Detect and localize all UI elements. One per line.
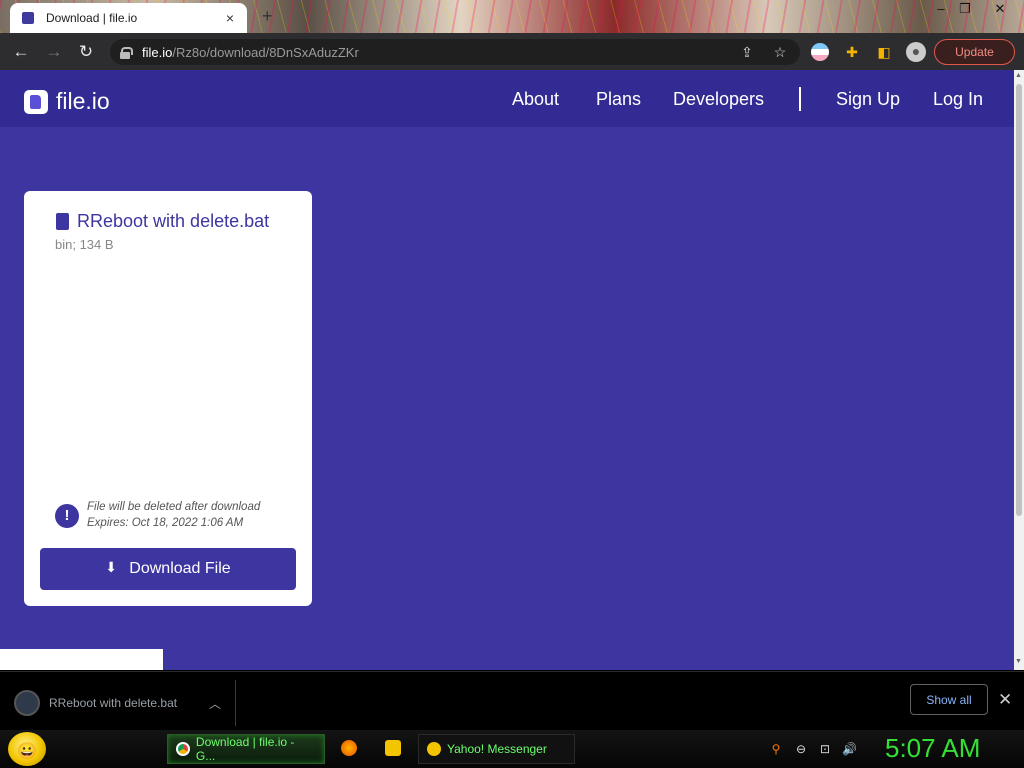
info-icon: ! — [55, 504, 79, 528]
download-item[interactable]: RReboot with delete.bat ︿ — [8, 680, 236, 726]
search-tray-icon[interactable]: ⚲ — [769, 742, 783, 756]
page-scrollbar[interactable]: ▲ ▼ — [1014, 70, 1024, 670]
window-close-icon[interactable]: ✕ — [985, 0, 1015, 18]
file-meta: bin; 134 B — [55, 237, 114, 252]
chevron-up-icon[interactable]: ︿ — [209, 695, 221, 712]
browser-tab[interactable]: Download | file.io × — [10, 3, 247, 33]
download-item-name: RReboot with delete.bat — [49, 696, 178, 710]
download-button-label: Download File — [129, 560, 231, 577]
address-bar[interactable]: file.io /Rz8o/download/8DnSxAduzZKr — [110, 39, 800, 65]
url-path: /Rz8o/download/8DnSxAduzZKr — [172, 44, 359, 60]
bookmark-star-icon[interactable]: ☆ — [771, 43, 789, 61]
nav-divider — [799, 87, 801, 111]
taskbar-chrome-button[interactable]: Download | file.io - G... — [167, 734, 325, 764]
download-icon — [105, 559, 119, 576]
side-panel-icon[interactable]: ◧ — [875, 43, 893, 61]
fileio-logo-icon — [24, 89, 48, 114]
show-all-button[interactable]: Show all — [910, 684, 988, 715]
expiry-notice: Expires: Oct 18, 2022 1:06 AM — [87, 517, 244, 529]
start-button[interactable]: 😀 — [8, 732, 46, 766]
shelf-close-icon[interactable]: ✕ — [998, 690, 1012, 710]
logo-text: file.io — [56, 88, 110, 114]
download-file-button[interactable]: Download File — [40, 548, 296, 590]
web-page: file.io About Plans Developers Sign Up L… — [0, 70, 1014, 670]
url-host: file.io — [142, 44, 173, 60]
firefox-icon[interactable] — [341, 740, 357, 756]
file-card: RReboot with delete.bat bin; 134 B ! Fil… — [24, 191, 312, 606]
nav-signup-link[interactable]: Sign Up — [836, 89, 900, 110]
file-name: RReboot with delete.bat — [77, 211, 270, 231]
update-button[interactable]: Update — [934, 39, 1015, 65]
file-icon — [56, 213, 69, 230]
reload-icon[interactable]: ↻ — [75, 41, 97, 63]
back-arrow-icon[interactable]: ← — [10, 41, 32, 63]
share-icon[interactable]: ⇪ — [738, 43, 756, 61]
nav-developers-link[interactable]: Developers — [673, 89, 764, 110]
tab-title: Download | file.io — [46, 11, 138, 25]
delete-notice: File will be deleted after download — [87, 501, 261, 513]
chrome-icon — [176, 742, 190, 756]
restore-icon[interactable]: ❐ — [950, 0, 980, 18]
network-tray-icon[interactable]: ⊡ — [818, 742, 832, 756]
page-footer-fragment — [0, 649, 163, 670]
new-tab-button[interactable]: + — [262, 6, 273, 27]
bat-file-icon — [14, 690, 40, 716]
fileio-favicon-icon — [22, 12, 34, 24]
volume-tray-icon[interactable]: 🔊 — [842, 742, 857, 756]
download-shelf: RReboot with delete.bat ︿ Show all ✕ — [0, 671, 1024, 730]
taskbar: 😀 Download | file.io - G... Yahoo! Messe… — [0, 730, 1024, 768]
fileio-logo[interactable]: file.io — [24, 88, 110, 115]
taskbar-yahoo-button[interactable]: Yahoo! Messenger — [418, 734, 575, 764]
smiley-icon: 😀 — [17, 743, 37, 760]
tab-close-icon[interactable]: × — [221, 10, 239, 26]
profile-flag-icon[interactable] — [811, 43, 829, 61]
nav-login-link[interactable]: Log In — [933, 89, 983, 110]
forward-arrow-icon[interactable]: → — [43, 41, 65, 63]
yahoo-messenger-icon — [427, 742, 441, 756]
lock-icon — [120, 46, 133, 59]
nav-plans-link[interactable]: Plans — [596, 89, 641, 110]
taskbar-chrome-label: Download | file.io - G... — [195, 735, 295, 763]
taskbar-yahoo-label: Yahoo! Messenger — [447, 742, 547, 756]
nav-about-link[interactable]: About — [512, 89, 559, 110]
profile-avatar-icon[interactable]: ● — [906, 42, 926, 62]
taskbar-clock: 5:07 AM — [885, 733, 981, 763]
folder-icon[interactable] — [385, 740, 401, 756]
minus-tray-icon[interactable]: ⊖ — [794, 742, 808, 756]
extensions-puzzle-icon[interactable]: ✚ — [843, 43, 861, 61]
